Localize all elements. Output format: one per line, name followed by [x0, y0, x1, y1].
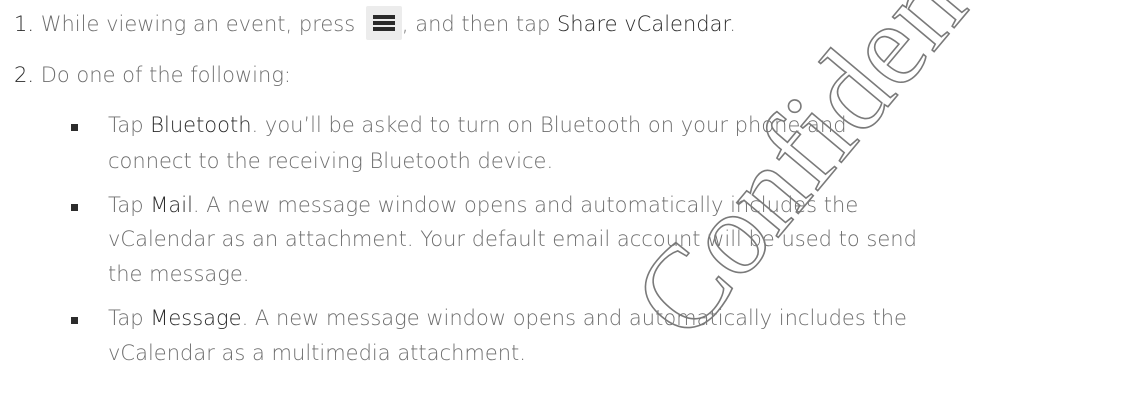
confidential-watermark: Confidential: [607, 0, 1088, 363]
watermark-text: Confidential: [608, 0, 1088, 362]
